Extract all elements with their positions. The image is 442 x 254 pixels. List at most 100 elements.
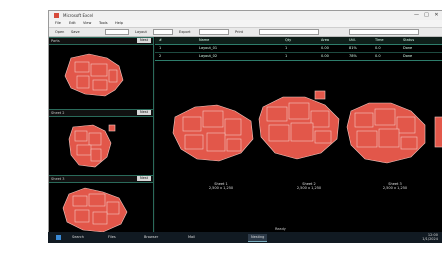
part-shape [76, 75, 90, 89]
table-row[interactable]: 2 Layout_02 1 0.00 78% 0.0 Done [155, 53, 442, 61]
table-header-cell: # [159, 38, 162, 42]
left-panel-label-3: Sheet 3 [51, 177, 65, 181]
nesting-layout-view[interactable] [155, 77, 442, 197]
left-panel-label-2: Sheet 2 [51, 111, 65, 115]
part-shape [396, 116, 416, 134]
table-header-cell: Util. [349, 38, 356, 42]
part-shape [314, 130, 332, 144]
part-shape [90, 63, 108, 77]
maximize-button[interactable]: □ [422, 12, 431, 19]
taskbar-date: 1/1/2024 [422, 236, 438, 241]
left-panel-label-1: Parts [51, 39, 60, 43]
table-header-cell: Status [403, 38, 415, 42]
sheet-caption-3: Sheet 3 2,500 x 1,250 [365, 182, 425, 190]
part-shape [92, 79, 108, 91]
part-shape [310, 110, 330, 128]
menu-file[interactable]: File [55, 21, 61, 25]
toolbar-field-1[interactable] [105, 29, 129, 35]
toolbar-field-4[interactable] [259, 29, 319, 35]
part-shape [314, 90, 326, 100]
table-cell: 0.00 [321, 46, 329, 50]
table-cell: 0.0 [375, 46, 381, 50]
table-cell: Done [403, 46, 413, 50]
part-shape [182, 116, 202, 132]
taskbar-search[interactable]: Search [72, 234, 84, 241]
toolbar-export[interactable]: Export [179, 30, 190, 34]
table-header-cell: Qty [285, 38, 292, 42]
toolbar-layout[interactable]: Layout [135, 30, 147, 34]
toolbar-print[interactable]: Print [235, 30, 243, 34]
part-shape [74, 61, 90, 73]
part-shape [88, 193, 106, 207]
toolbar-open[interactable]: Open [55, 30, 64, 34]
left-panel-button-3[interactable]: Nest [137, 176, 151, 181]
menu-view[interactable]: View [83, 21, 91, 25]
sheet-thumbnail-3[interactable] [49, 182, 153, 233]
part-shape [266, 106, 288, 122]
table-cell: 78% [349, 54, 357, 58]
part-shape [354, 112, 374, 128]
part-shape [92, 211, 108, 225]
sheet-thumbnail-2[interactable] [49, 117, 153, 173]
part-shape [378, 128, 400, 148]
status-text: Ready [275, 227, 286, 231]
table-row[interactable]: 1 Layout_01 1 0.00 81% 0.0 Done [155, 45, 442, 53]
table-cell: Layout_01 [199, 46, 218, 50]
part-shape [108, 69, 118, 83]
app-window: Microsoft Excel — □ ✕ File Edit View Too… [48, 10, 442, 233]
part-shape [72, 195, 88, 207]
table-cell: Done [403, 54, 413, 58]
menu-tools[interactable]: Tools [99, 21, 108, 25]
table-header-cell: Area [321, 38, 330, 42]
toolbar-save[interactable]: Save [71, 30, 80, 34]
toolbar-field-2[interactable] [153, 29, 173, 35]
main-layout-panel: # Name Qty Area Util. Time Status 1 Layo… [155, 37, 442, 233]
left-panel-button-1[interactable]: Nest [137, 38, 151, 43]
minimize-button[interactable]: — [412, 12, 421, 19]
table-cell: 1 [159, 46, 162, 50]
toolbar-field-3[interactable] [199, 29, 229, 35]
left-panel-header-2: Sheet 2 Nest [49, 109, 153, 117]
sheet-caption-2-line2: 2,500 x 1,250 [296, 186, 322, 190]
toolbar: Open Save Layout Export Print [49, 28, 442, 37]
sheet-caption-2: Sheet 2 2,500 x 1,250 [279, 182, 339, 190]
toolbar-field-5[interactable] [349, 29, 419, 35]
table-cell: 2 [159, 54, 162, 58]
sheet-caption-1: Sheet 1 2,500 x 1,250 [191, 182, 251, 190]
part-shape [108, 124, 116, 132]
part-shape [268, 124, 290, 142]
menu-help[interactable]: Help [115, 21, 123, 25]
part-shape [76, 144, 92, 156]
table-cell: Layout_02 [199, 54, 218, 58]
taskbar-clock[interactable]: 12:00 1/1/2024 [422, 233, 438, 241]
part-shape [90, 148, 102, 162]
taskbar-mail[interactable]: Mail [188, 234, 195, 241]
window-title: Microsoft Excel [63, 13, 94, 18]
taskbar-nesting-app[interactable]: Nesting [248, 234, 268, 242]
sheet-caption-1-line2: 2,500 x 1,250 [208, 186, 234, 190]
table-cell: 0.00 [321, 54, 329, 58]
taskbar: Search Files Browser Mail Nesting 12:00 … [48, 232, 442, 243]
table-cell: 81% [349, 46, 357, 50]
part-shape [74, 130, 88, 142]
start-icon[interactable] [56, 235, 61, 240]
table-cell: 0.0 [375, 54, 381, 58]
menu-edit[interactable]: Edit [69, 21, 76, 25]
part-shape [184, 134, 204, 150]
part-shape [400, 136, 418, 150]
table-header-cell: Name [199, 38, 210, 42]
part-shape [226, 138, 242, 152]
part-shape [202, 110, 224, 128]
part-shape [288, 102, 310, 120]
sheet-thumbnail-1[interactable] [49, 44, 153, 100]
title-bar: Microsoft Excel — □ ✕ [49, 11, 442, 20]
close-button[interactable]: ✕ [432, 12, 441, 19]
part-shape [290, 122, 314, 142]
taskbar-browser[interactable]: Browser [144, 234, 158, 241]
menu-bar: File Edit View Tools Help [49, 20, 442, 28]
part-shape [356, 130, 378, 148]
part-shape [206, 132, 226, 152]
left-panel-button-2[interactable]: Nest [137, 110, 151, 115]
taskbar-files[interactable]: Files [108, 234, 116, 241]
part-shape [224, 118, 242, 136]
